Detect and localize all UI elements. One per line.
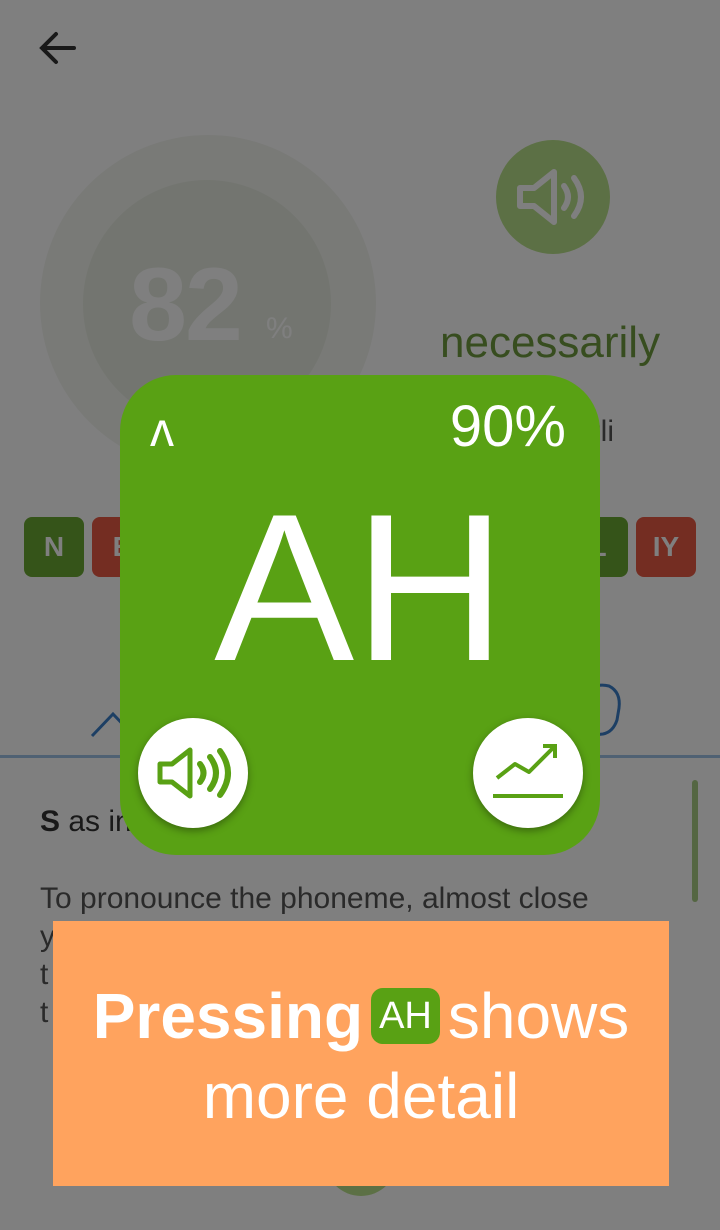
hint-word-pressing: Pressing — [92, 980, 364, 1052]
card-ipa-symbol: ʌ — [150, 404, 174, 457]
hint-phoneme-badge: AH — [371, 988, 440, 1044]
card-phoneme: AH — [214, 470, 506, 705]
card-progress-button[interactable] — [473, 718, 583, 828]
hint-banner[interactable]: Pressing AH shows more detail — [53, 921, 669, 1186]
hint-word-shows: shows — [447, 980, 630, 1052]
phoneme-card[interactable]: ʌ 90% AH — [120, 375, 600, 855]
card-audio-button[interactable] — [138, 718, 248, 828]
hint-line-1: Pressing AH shows — [53, 979, 669, 1053]
hint-line-2: more detail — [202, 1060, 520, 1132]
speaker-icon — [157, 747, 231, 799]
card-score: 90% — [449, 394, 566, 459]
trend-chart-icon — [493, 744, 563, 798]
